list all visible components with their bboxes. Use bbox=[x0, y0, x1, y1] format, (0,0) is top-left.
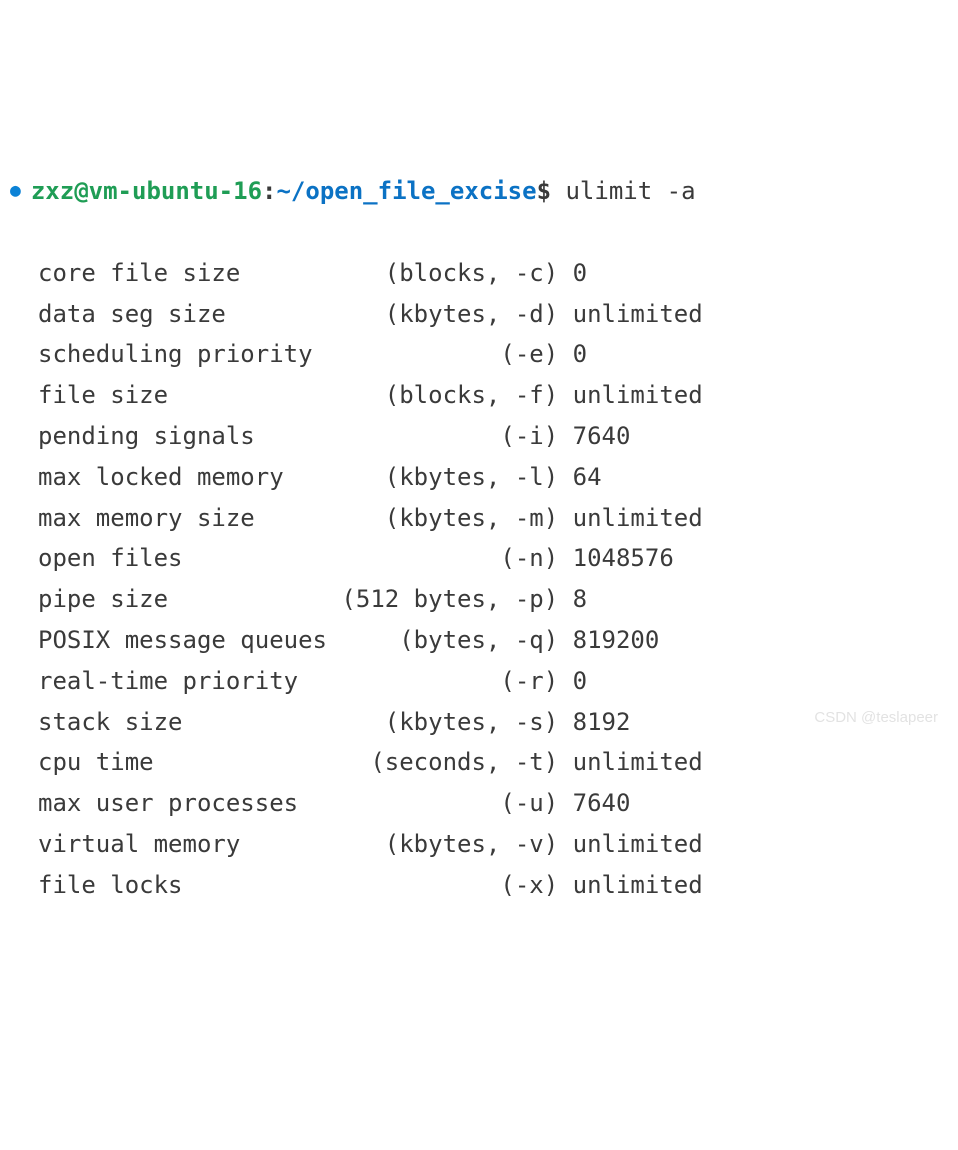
prompt-command: ulimit -a bbox=[551, 171, 696, 212]
prompt-path: ~/open_file_excise bbox=[276, 171, 536, 212]
prompt-symbol: $ bbox=[537, 171, 551, 212]
terminal-prompt-line: ● zxz@vm-ubuntu-16:~/open_file_excise$ ul… bbox=[10, 171, 948, 212]
ulimit-output-row: cpu time (seconds, -t) unlimited bbox=[10, 742, 948, 783]
ulimit-output-row: scheduling priority (-e) 0 bbox=[10, 334, 948, 375]
watermark-text: CSDN @teslapeer bbox=[814, 705, 938, 731]
ulimit-output-row: POSIX message queues (bytes, -q) 819200 bbox=[10, 620, 948, 661]
ulimit-output-row: core file size (blocks, -c) 0 bbox=[10, 253, 948, 294]
bullet-icon: ● bbox=[10, 176, 21, 207]
ulimit-output-row: real-time priority (-r) 0 bbox=[10, 661, 948, 702]
ulimit-output-row: virtual memory (kbytes, -v) unlimited bbox=[10, 824, 948, 865]
ulimit-output-row: data seg size (kbytes, -d) unlimited bbox=[10, 294, 948, 335]
ulimit-output-row: pending signals (-i) 7640 bbox=[10, 416, 948, 457]
prompt-separator: : bbox=[262, 171, 276, 212]
ulimit-output-row: max locked memory (kbytes, -l) 64 bbox=[10, 457, 948, 498]
terminal-output: core file size (blocks, -c) 0data seg si… bbox=[10, 253, 948, 906]
ulimit-output-row: file locks (-x) unlimited bbox=[10, 865, 948, 906]
prompt-user-host: zxz@vm-ubuntu-16 bbox=[31, 171, 262, 212]
ulimit-output-row: max user processes (-u) 7640 bbox=[10, 783, 948, 824]
ulimit-output-row: stack size (kbytes, -s) 8192 bbox=[10, 702, 948, 743]
ulimit-output-row: file size (blocks, -f) unlimited bbox=[10, 375, 948, 416]
ulimit-output-row: max memory size (kbytes, -m) unlimited bbox=[10, 498, 948, 539]
ulimit-output-row: open files (-n) 1048576 bbox=[10, 538, 948, 579]
ulimit-output-row: pipe size (512 bytes, -p) 8 bbox=[10, 579, 948, 620]
